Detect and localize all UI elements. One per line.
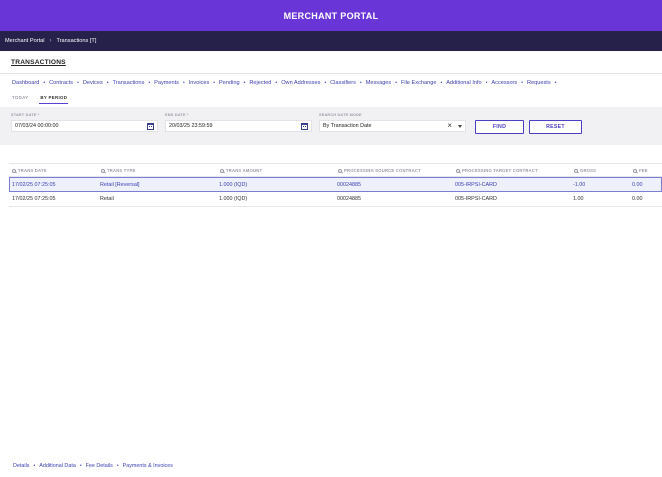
cell-trans-amount: 1.000 (IQD) xyxy=(219,196,248,202)
cell-target-contract: 005-IRPSI-CARD xyxy=(455,196,497,202)
nav-item-classifiers[interactable]: Classifiers xyxy=(330,80,356,86)
cell-target-contract: 005-IRPSI-CARD xyxy=(455,182,497,188)
search-icon[interactable] xyxy=(574,168,578,173)
calendar-icon[interactable] xyxy=(147,122,154,130)
nav-item-contracts[interactable]: Contracts xyxy=(49,80,73,86)
search-date-mode-select[interactable]: By Transaction Date × xyxy=(319,120,466,132)
search-icon[interactable] xyxy=(220,168,224,173)
link-fee-details[interactable]: Fee Details xyxy=(86,463,113,469)
search-icon[interactable] xyxy=(12,168,16,173)
nav-item-messages[interactable]: Messages xyxy=(366,80,392,86)
search-icon[interactable] xyxy=(101,168,105,173)
start-date-value: 07/03/24 00:00:00 xyxy=(15,123,59,129)
search-date-mode-field: SEARCH DATE MODE By Transaction Date × xyxy=(319,113,466,132)
start-date-field: START DATE * 07/03/24 00:00:00 xyxy=(11,113,158,132)
search-date-mode-label: SEARCH DATE MODE xyxy=(319,113,362,117)
nav-item-own-addresses[interactable]: Own Addresses xyxy=(281,80,320,86)
nav-item-dashboard[interactable]: Dashboard xyxy=(12,80,39,86)
column-header-trans-type[interactable]: TRANS TYPE xyxy=(101,168,136,173)
cell-fee: 0.00 xyxy=(632,196,643,202)
search-icon[interactable] xyxy=(633,168,637,173)
nav-item-transactions[interactable]: Transactions xyxy=(113,80,145,86)
nav-item-payments[interactable]: Payments xyxy=(154,80,179,86)
breadcrumb-item-transactions: Transactions [T] xyxy=(56,38,97,44)
close-icon[interactable]: × xyxy=(447,122,452,130)
column-header-source-contract[interactable]: PROCESSING SOURCE CONTRACT xyxy=(338,168,421,173)
column-header-target-contract[interactable]: PROCESSING TARGET CONTRACT xyxy=(456,168,538,173)
link-additional-data[interactable]: Additional Data xyxy=(39,463,76,469)
detail-links: Details • Additional Data • Fee Details • P… xyxy=(13,463,173,469)
column-header-gross[interactable]: GROSS xyxy=(574,168,596,173)
cell-trans-amount: 1.000 (IQD) xyxy=(219,182,248,188)
breadcrumb-separator-icon: › xyxy=(49,38,52,44)
find-button[interactable]: FIND xyxy=(475,120,524,134)
nav-item-accessors[interactable]: Accessors xyxy=(491,80,517,86)
breadcrumb: Merchant Portal › Transactions [T] xyxy=(0,31,662,51)
table-row[interactable]: 17/02/25 07:25:05 Retail 1.000 (IQD) 000… xyxy=(9,192,662,207)
transactions-table: TRANS DATE TRANS TYPE TRANS AMOUNT PROCE… xyxy=(9,163,662,207)
end-date-value: 20/03/25 23:59:59 xyxy=(169,123,213,129)
search-date-mode-value: By Transaction Date xyxy=(323,123,372,129)
cell-gross: 1.00 xyxy=(573,196,584,202)
breadcrumb-item-portal[interactable]: Merchant Portal xyxy=(5,38,44,44)
cell-source-contract: 00024885 xyxy=(337,182,361,188)
nav-item-devices[interactable]: Devices xyxy=(83,80,103,86)
reset-button[interactable]: RESET xyxy=(529,120,582,134)
module-nav: Dashboard • Contracts • Devices • Transacti… xyxy=(12,80,557,86)
app-title: MERCHANT PORTAL xyxy=(283,10,379,21)
nav-item-requests[interactable]: Requests xyxy=(527,80,551,86)
search-icon[interactable] xyxy=(338,168,342,173)
column-header-trans-date[interactable]: TRANS DATE xyxy=(12,168,47,173)
column-header-trans-amount[interactable]: TRANS AMOUNT xyxy=(220,168,262,173)
cell-gross: -1.00 xyxy=(573,182,586,188)
period-tabs: TODAY BY PERIOD xyxy=(11,95,78,104)
divider xyxy=(0,73,662,74)
start-date-input[interactable]: 07/03/24 00:00:00 xyxy=(11,120,158,132)
link-details[interactable]: Details xyxy=(13,463,29,469)
table-header: TRANS DATE TRANS TYPE TRANS AMOUNT PROCE… xyxy=(9,163,662,177)
search-icon[interactable] xyxy=(456,168,460,173)
chevron-down-icon[interactable] xyxy=(458,124,462,128)
end-date-input[interactable]: 20/03/25 23:59:59 xyxy=(165,120,312,132)
tab-today[interactable]: TODAY xyxy=(11,95,29,104)
end-date-label: END DATE * xyxy=(165,113,189,117)
cell-trans-date: 17/02/25 07:25:05 xyxy=(12,196,56,202)
nav-item-pending[interactable]: Pending xyxy=(219,80,240,86)
nav-item-rejected[interactable]: Rejected xyxy=(249,80,271,86)
cell-trans-type: Retail xyxy=(100,196,114,202)
link-payments-invoices[interactable]: Payments & Invoices xyxy=(123,463,173,469)
cell-trans-date: 17/02/25 07:25:05 xyxy=(12,182,56,188)
end-date-field: END DATE * 20/03/25 23:59:59 xyxy=(165,113,312,132)
start-date-label: START DATE * xyxy=(11,113,40,117)
tab-by-period[interactable]: BY PERIOD xyxy=(39,95,69,104)
cell-source-contract: 00024885 xyxy=(337,196,361,202)
page-title: TRANSACTIONS xyxy=(11,59,66,66)
nav-item-invoices[interactable]: Invoices xyxy=(189,80,210,86)
column-header-fee[interactable]: FEE xyxy=(633,168,648,173)
calendar-icon[interactable] xyxy=(301,122,308,130)
table-row[interactable]: 17/02/25 07:25:05 Retail [Reversal] 1.00… xyxy=(9,177,662,192)
app-header: MERCHANT PORTAL xyxy=(0,0,662,31)
nav-item-file-exchange[interactable]: File Exchange xyxy=(401,80,436,86)
cell-trans-type: Retail [Reversal] xyxy=(100,182,140,188)
nav-item-additional-info[interactable]: Additional Info xyxy=(446,80,481,86)
cell-fee: 0.00 xyxy=(632,182,643,188)
